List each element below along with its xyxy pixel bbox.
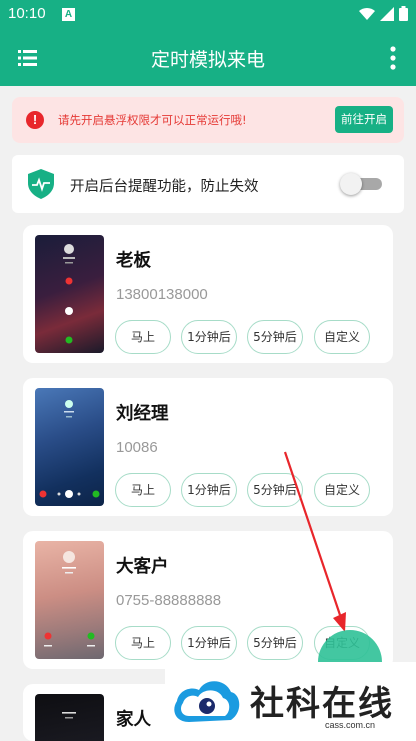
watermark: 社科在线 cass.com.cn (165, 662, 416, 741)
cloud-eye-logo-icon (174, 681, 240, 722)
watermark-domain: cass.com.cn (325, 720, 376, 730)
watermark-brand: 社科在线 (250, 684, 394, 724)
